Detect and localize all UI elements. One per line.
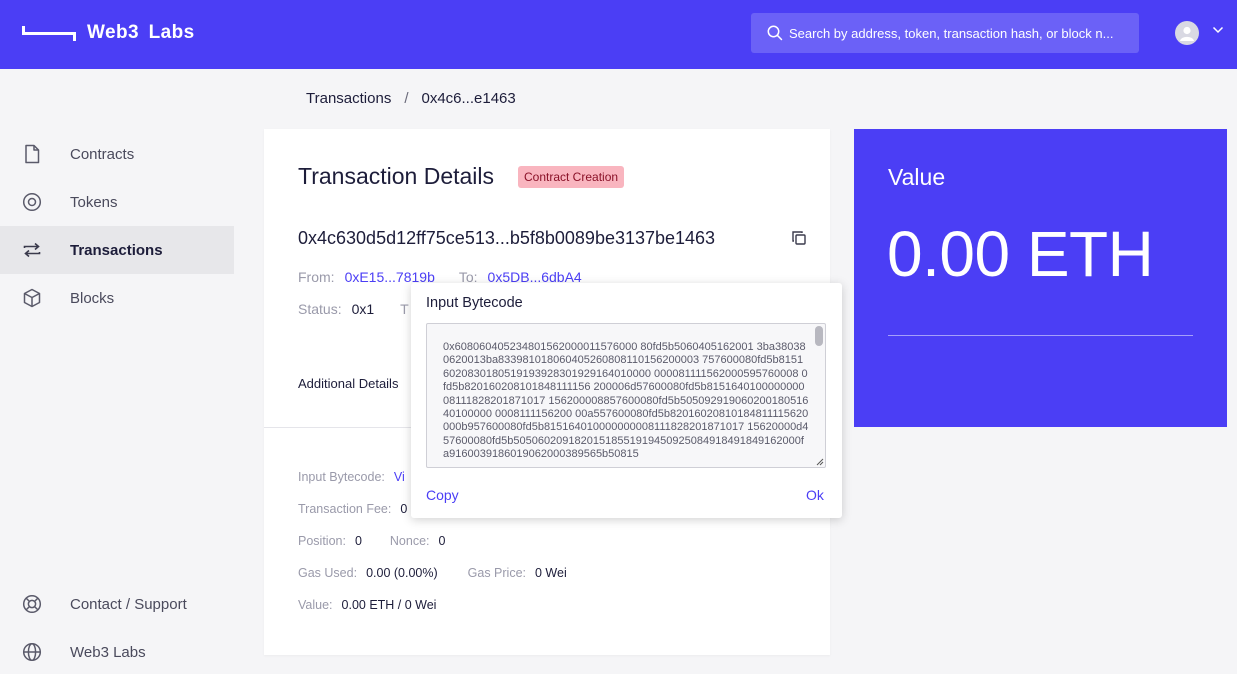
sidebar-item-label: Contact / Support bbox=[70, 595, 187, 613]
transaction-fee-row: Transaction Fee: 0 bbox=[298, 502, 407, 516]
breadcrumb-parent-link[interactable]: Transactions bbox=[306, 90, 391, 107]
status-badge: Contract Creation bbox=[518, 166, 625, 188]
ok-button[interactable]: Ok bbox=[806, 487, 824, 503]
bytecode-textarea[interactable]: 0x608060405234801562000011576000 80fd5b5… bbox=[426, 323, 826, 468]
sidebar-item-label: Transactions bbox=[70, 241, 163, 259]
from-label: From: bbox=[298, 269, 335, 285]
sidebar-item-label: Blocks bbox=[70, 289, 115, 307]
sidebar-item-web3labs[interactable]: Web3 Labs bbox=[0, 628, 234, 674]
nonce-label: Nonce: bbox=[389, 534, 430, 548]
gas-row: Gas Used: 0.00 (0.00%) Gas Price: 0 Wei bbox=[298, 566, 567, 580]
position-nonce-row: Position: 0 Nonce: 0 bbox=[298, 534, 445, 548]
view-bytecode-link[interactable]: Vi bbox=[394, 470, 405, 484]
search-icon bbox=[767, 25, 783, 41]
sidebar-item-blocks[interactable]: Blocks bbox=[0, 274, 234, 322]
value-card-amount: 0.00 ETH bbox=[887, 218, 1154, 290]
breadcrumb-separator: / bbox=[404, 90, 409, 107]
value-value: 0.00 ETH / 0 Wei bbox=[341, 598, 437, 612]
tab-additional-details[interactable]: Additional Details bbox=[298, 376, 398, 391]
document-icon bbox=[22, 144, 42, 164]
sidebar-item-label: Web3 Labs bbox=[70, 643, 146, 661]
value-row: Value: 0.00 ETH / 0 Wei bbox=[298, 598, 436, 612]
globe-icon bbox=[22, 642, 42, 662]
lifebuoy-icon bbox=[22, 594, 42, 614]
fee-label: Transaction Fee: bbox=[298, 502, 392, 516]
sidebar-item-transactions[interactable]: Transactions bbox=[0, 226, 234, 274]
value-card-label: Value bbox=[888, 164, 946, 190]
user-avatar[interactable] bbox=[1175, 21, 1199, 45]
transaction-hash: 0x4c630d5d12ff75ce513...b5f8b0089be3137b… bbox=[298, 228, 716, 248]
nonce-value: 0 bbox=[438, 534, 446, 548]
value-label: Value: bbox=[298, 598, 333, 612]
input-bytecode-row: Input Bytecode: Vi bbox=[298, 470, 405, 484]
scrollbar[interactable] bbox=[815, 326, 823, 346]
input-bytecode-label: Input Bytecode: bbox=[298, 470, 385, 484]
gas-price-value: 0 Wei bbox=[535, 566, 567, 580]
sidebar-item-contact-support[interactable]: Contact / Support bbox=[0, 580, 234, 628]
search-bar[interactable] bbox=[751, 13, 1139, 53]
status-row: Status: 0x1 T bbox=[298, 301, 409, 317]
logo-mark-icon bbox=[22, 25, 76, 41]
breadcrumb: Transactions / 0x4c6...e1463 bbox=[306, 90, 516, 107]
fee-value: 0 bbox=[400, 502, 408, 516]
status-value: 0x1 bbox=[351, 301, 375, 317]
bytecode-text: 0x608060405234801562000011576000 80fd5b5… bbox=[443, 341, 809, 461]
copy-icon[interactable] bbox=[791, 230, 807, 246]
hidden-label: T bbox=[400, 301, 409, 317]
brand-name: Web3 Labs bbox=[87, 22, 195, 43]
resize-handle-icon[interactable] bbox=[816, 458, 824, 466]
sidebar-item-label: Tokens bbox=[70, 193, 118, 211]
search-input[interactable] bbox=[789, 25, 1119, 41]
gas-used-label: Gas Used: bbox=[298, 566, 358, 580]
input-bytecode-popover: Input Bytecode 0x60806040523480156200001… bbox=[411, 283, 842, 518]
top-header: Web3 Labs bbox=[0, 0, 1237, 69]
transfer-icon bbox=[22, 240, 42, 260]
position-value: 0 bbox=[354, 534, 362, 548]
sidebar-item-contracts[interactable]: Contracts bbox=[0, 130, 234, 178]
breadcrumb-current: 0x4c6...e1463 bbox=[421, 90, 516, 107]
sidebar-item-label: Contracts bbox=[70, 145, 135, 163]
gas-used-value: 0.00 (0.00%) bbox=[366, 566, 438, 580]
cube-icon bbox=[22, 288, 42, 308]
value-card: Value 0.00 ETH bbox=[854, 129, 1227, 427]
page-title: Transaction Details bbox=[298, 163, 495, 189]
status-label: Status: bbox=[298, 301, 342, 317]
token-icon bbox=[22, 192, 42, 212]
gas-price-label: Gas Price: bbox=[467, 566, 526, 580]
position-label: Position: bbox=[298, 534, 346, 548]
copy-button[interactable]: Copy bbox=[426, 487, 459, 503]
divider bbox=[888, 335, 1193, 336]
sidebar-item-tokens[interactable]: Tokens bbox=[0, 178, 234, 226]
brand-logo[interactable]: Web3 Labs bbox=[22, 22, 195, 44]
popover-title: Input Bytecode bbox=[426, 295, 523, 311]
chevron-down-icon[interactable] bbox=[1212, 26, 1224, 34]
user-icon bbox=[1180, 26, 1194, 41]
